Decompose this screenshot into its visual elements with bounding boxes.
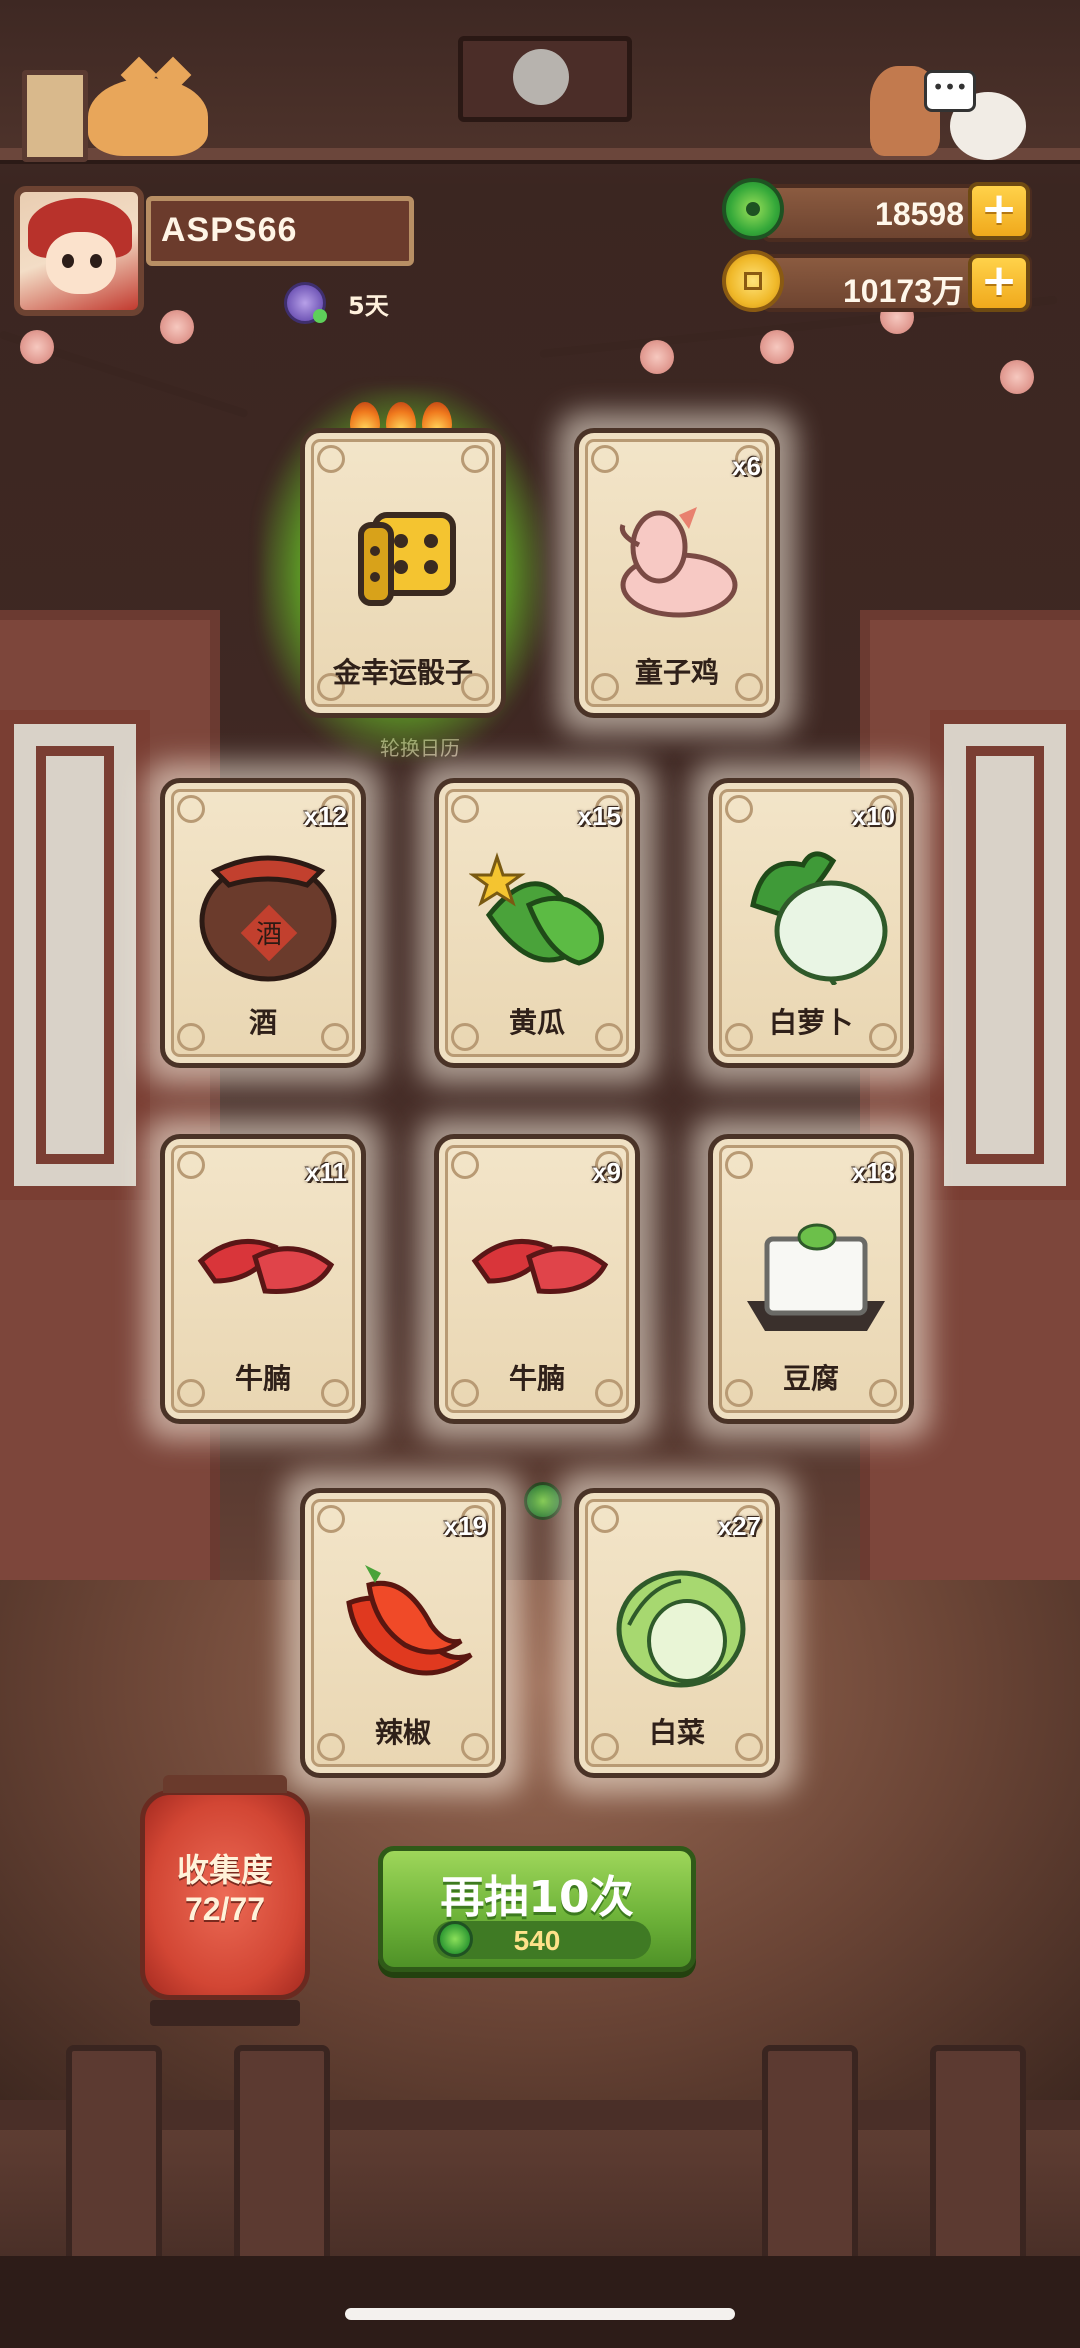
add-coins-button[interactable]: + — [968, 254, 1030, 312]
card-count: x19 — [443, 1511, 487, 1541]
draw-cost: 540 — [513, 1925, 561, 1956]
card-count: x9 — [592, 1157, 621, 1187]
coin-icon — [722, 250, 784, 312]
reward-card[interactable]: x18 豆腐 — [708, 1134, 914, 1424]
card-count: x10 — [851, 801, 895, 831]
wine-jar-icon: 酒 — [195, 835, 341, 985]
fence-post — [762, 2045, 858, 2277]
draw-again-label: 再抽10次 — [440, 1872, 634, 1923]
beef-icon — [469, 1191, 615, 1341]
beef-icon — [195, 1191, 341, 1341]
bottom-bar — [0, 2256, 1080, 2348]
reward-card[interactable]: x10 白萝卜 — [708, 778, 914, 1068]
days-label: 5天 — [348, 292, 389, 320]
coin-balance: 10173万 — [843, 273, 964, 309]
reward-card[interactable]: x19 辣椒 — [300, 1488, 506, 1778]
card-count: x12 — [303, 801, 347, 831]
collection-lantern[interactable]: 收集度 72/77 — [140, 1775, 310, 2000]
tofu-icon — [743, 1191, 889, 1341]
chicken-icon — [609, 485, 755, 635]
reward-card[interactable]: x9 牛腩 — [434, 1134, 640, 1424]
cucumber-icon — [468, 835, 615, 985]
card-count: x15 — [577, 801, 621, 831]
card-count: x27 — [717, 1511, 761, 1541]
player-name: ASPS66 — [161, 211, 298, 249]
card-label: 酒 — [248, 1006, 277, 1039]
card-count: x18 — [851, 1157, 895, 1187]
home-indicator[interactable] — [345, 2308, 735, 2320]
name-plate: ASPS66 — [146, 196, 414, 266]
card-label: 豆腐 — [782, 1362, 839, 1395]
lantern-stand — [150, 2000, 300, 2026]
card-count: x11 — [305, 1157, 347, 1187]
card-label: 辣椒 — [374, 1716, 431, 1749]
fence-post — [66, 2045, 162, 2277]
jade-balance: 18598 — [875, 196, 964, 232]
card-label: 白萝卜 — [768, 1006, 853, 1039]
reward-card[interactable]: 金幸运骰子 — [300, 402, 506, 718]
raccoon-sign-icon — [458, 36, 632, 122]
reward-card[interactable]: x6 童子鸡 — [574, 428, 780, 718]
cat-decoration-icon — [88, 78, 208, 156]
avatar[interactable] — [14, 186, 144, 316]
collection-count: 72/77 — [184, 1891, 266, 1927]
cabbage-icon — [609, 1545, 755, 1695]
collection-title: 收集度 — [176, 1851, 273, 1889]
card-count: x6 — [732, 451, 761, 481]
card-label: 白菜 — [648, 1716, 705, 1749]
jade-icon — [722, 178, 784, 240]
left-window — [0, 710, 150, 1200]
reward-card[interactable]: x27 白菜 — [574, 1488, 780, 1778]
blossom-icon — [760, 330, 794, 364]
fence-post — [930, 2045, 1026, 2277]
radish-icon — [743, 835, 889, 987]
blossom-icon — [640, 340, 674, 374]
lucky-dice-icon — [335, 485, 481, 635]
reward-card[interactable]: x15 黄瓜 — [434, 778, 640, 1068]
card-label: 金幸运骰子 — [332, 656, 473, 689]
fence-post — [234, 2045, 330, 2277]
right-window — [930, 710, 1080, 1200]
vip-badge-icon[interactable] — [284, 282, 327, 324]
speech-bubble-icon: ••• — [924, 70, 976, 112]
jade-icon — [524, 1482, 562, 1520]
card-label: 牛腩 — [234, 1362, 291, 1395]
draw-again-button[interactable]: 再抽10次 540 — [378, 1846, 696, 1972]
fence-rail — [0, 2100, 1080, 2130]
reward-card[interactable]: x11 牛腩 — [160, 1134, 366, 1424]
add-jade-button[interactable]: + — [968, 182, 1030, 240]
card-label: 牛腩 — [508, 1362, 565, 1395]
reward-card[interactable]: x12 酒 酒 — [160, 778, 366, 1068]
card-label: 童子鸡 — [634, 656, 719, 689]
blossom-icon — [1000, 360, 1034, 394]
card-label: 黄瓜 — [508, 1006, 565, 1039]
wine-char: 酒 — [256, 920, 282, 950]
wall-scroll-icon — [22, 70, 88, 162]
blossom-icon — [20, 330, 54, 364]
chili-icon — [335, 1545, 481, 1695]
blossom-icon — [160, 310, 194, 344]
